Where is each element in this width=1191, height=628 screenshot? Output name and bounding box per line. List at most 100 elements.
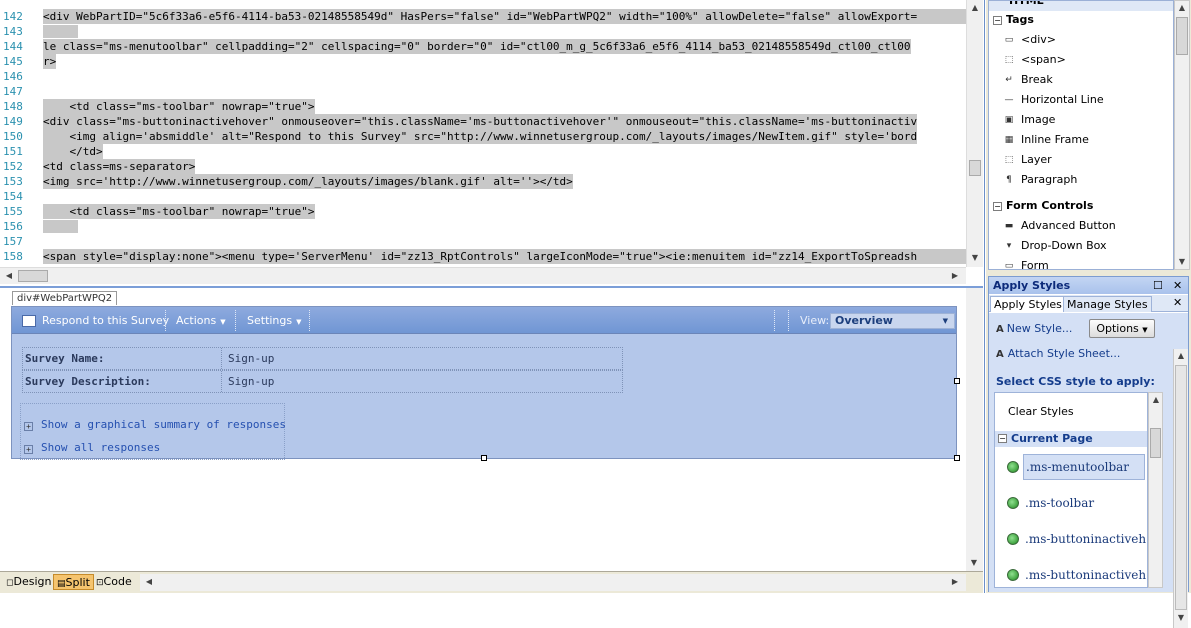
code-line[interactable]: 142 <div WebPartID="5c6f33a6-e5f6-4114-ba…	[0, 9, 966, 24]
toolbar-separator	[165, 310, 167, 331]
survey-description-value: Sign-up	[228, 375, 275, 388]
design-view-button[interactable]: ◻Design	[3, 574, 54, 590]
code-line[interactable]: 145 r>	[0, 54, 966, 69]
expand-icon: +	[24, 445, 33, 454]
code-line[interactable]: 146	[0, 69, 966, 84]
css-style-item[interactable]: .ms-buttoninactiveh	[995, 525, 1147, 553]
style-list-scrollbar[interactable]: ▲	[1148, 392, 1163, 588]
toolbox-item[interactable]: ▬ Advanced Button	[989, 216, 1173, 236]
scroll-right-arrow-icon[interactable]: ▶	[948, 269, 962, 283]
view-select[interactable]: Overview ▼	[830, 313, 955, 329]
close-icon[interactable]: ✕	[1173, 277, 1182, 294]
design-vertical-scrollbar[interactable]: ▼	[966, 288, 983, 571]
toolbox-item[interactable]: — Horizontal Line	[989, 90, 1173, 110]
code-line[interactable]: 147	[0, 84, 966, 99]
css-style-list[interactable]: Clear Styles − Current Page .ms-menutool…	[994, 392, 1148, 588]
apply-styles-scroll-thumb[interactable]	[1175, 365, 1187, 610]
resize-handle[interactable]	[481, 455, 487, 461]
toolbox-item[interactable]: ↵ Break	[989, 70, 1173, 90]
scroll-up-arrow-icon[interactable]: ▲	[1175, 1, 1189, 15]
tab-manage-styles[interactable]: Manage Styles	[1063, 296, 1152, 312]
toolbar-separator	[788, 310, 790, 331]
scroll-down-arrow-icon[interactable]: ▼	[967, 556, 981, 570]
current-page-group[interactable]: − Current Page	[995, 431, 1147, 447]
design-view[interactable]: div#WebPartWPQ2 Respond to this Survey A…	[0, 286, 983, 571]
toolbox-item-icon: ⬚	[1004, 55, 1014, 65]
scroll-up-arrow-icon[interactable]: ▲	[1149, 393, 1163, 407]
code-scroll-thumb[interactable]	[969, 160, 981, 176]
line-number: 158	[3, 250, 23, 263]
code-line[interactable]: 144 le class="ms-menutoolbar" cellpadding…	[0, 39, 966, 54]
code-line[interactable]: 150 <img align='absmiddle' alt="Respond …	[0, 129, 966, 144]
code-line[interactable]: 153 <img src='http://www.winnetusergroup.…	[0, 174, 966, 189]
code-line[interactable]: 154	[0, 189, 966, 204]
maximize-icon[interactable]: ☐	[1153, 277, 1163, 294]
code-line[interactable]: 151 </td>	[0, 144, 966, 159]
toolbox-item[interactable]: ▭ <div>	[989, 30, 1173, 50]
respond-survey-button[interactable]: Respond to this Survey	[42, 313, 169, 329]
scroll-down-arrow-icon[interactable]: ▼	[1174, 611, 1188, 625]
toolbox-item[interactable]: ▾ Drop-Down Box	[989, 236, 1173, 256]
scroll-down-arrow-icon[interactable]: ▼	[968, 251, 982, 265]
toolbox-scrollbar[interactable]: ▲ ▼	[1174, 0, 1190, 270]
toolbox-item[interactable]: ▦ Inline Frame	[989, 130, 1173, 150]
css-style-item[interactable]: .ms-buttoninactiveh	[995, 561, 1147, 587]
toolbox-item[interactable]: ⬚ Layer	[989, 150, 1173, 170]
apply-styles-scrollbar[interactable]: ▲ ▼	[1173, 349, 1188, 628]
settings-menu[interactable]: Settings ▼	[247, 313, 302, 329]
scroll-left-arrow-icon[interactable]: ◀	[2, 269, 16, 283]
css-style-item[interactable]: .ms-toolbar	[995, 489, 1147, 517]
toolbox-scroll-thumb[interactable]	[1176, 17, 1188, 55]
line-number: 149	[3, 115, 23, 128]
toolbox-item[interactable]: ▭ Form	[989, 256, 1173, 269]
apply-styles-title: Apply Styles ☐ ✕	[989, 277, 1188, 294]
code-hscroll-thumb[interactable]	[18, 270, 48, 282]
webpart-container[interactable]: Respond to this Survey Actions ▼ Settings…	[11, 306, 957, 460]
attach-style-sheet-button[interactable]: A Attach Style Sheet...	[996, 347, 1120, 360]
code-line[interactable]: 156	[0, 219, 966, 234]
toolbox-item-icon: ¶	[1006, 175, 1012, 185]
line-number: 148	[3, 100, 23, 113]
form-controls-group[interactable]: − Form Controls	[989, 196, 1173, 216]
code-line[interactable]: 155 <td class="ms-toolbar" nowrap="true"…	[0, 204, 966, 219]
scroll-right-arrow-icon[interactable]: ▶	[948, 575, 962, 589]
scroll-up-arrow-icon[interactable]: ▲	[968, 1, 982, 15]
dropdown-arrow-icon: ▼	[220, 318, 226, 326]
code-line[interactable]: 148 <td class="ms-toolbar" nowrap="true"…	[0, 99, 966, 114]
code-line[interactable]: 149 <div class="ms-buttoninactivehover" o…	[0, 114, 966, 129]
split-view-button[interactable]: ▤Split	[53, 574, 94, 590]
toolbox-item[interactable]: ⬚ <span>	[989, 50, 1173, 70]
graphical-summary-link[interactable]: + Show a graphical summary of responses	[24, 418, 286, 434]
code-view[interactable]: 142 <div WebPartID="5c6f33a6-e5f6-4114-ba…	[0, 0, 983, 284]
code-line[interactable]: 158 <span style="display:none"><menu type…	[0, 249, 966, 264]
line-number: 157	[3, 235, 23, 248]
code-horizontal-scrollbar[interactable]: ◀ ▶	[0, 267, 966, 284]
line-number: 142	[3, 10, 23, 23]
all-responses-link[interactable]: + Show all responses	[24, 441, 160, 457]
scroll-up-arrow-icon[interactable]: ▲	[1174, 349, 1188, 363]
code-line[interactable]: 157	[0, 234, 966, 249]
code-text	[43, 220, 78, 233]
css-style-item[interactable]: .ms-menutoolbar	[995, 453, 1147, 481]
tab-apply-styles[interactable]: Apply Styles	[990, 296, 1066, 312]
design-horizontal-scrollbar[interactable]: ◀ ▶	[140, 574, 966, 591]
toolbox-item[interactable]: ▣ Image	[989, 110, 1173, 130]
close-icon[interactable]: ✕	[1173, 296, 1182, 309]
scroll-left-arrow-icon[interactable]: ◀	[142, 575, 156, 589]
scroll-down-arrow-icon[interactable]: ▼	[1175, 255, 1189, 269]
options-button[interactable]: Options ▼	[1089, 319, 1155, 338]
code-line[interactable]: 143	[0, 24, 966, 39]
line-number: 145	[3, 55, 23, 68]
selected-tag-tab[interactable]: div#WebPartWPQ2	[12, 291, 118, 305]
new-style-button[interactable]: A New Style...	[996, 322, 1072, 335]
clear-styles-item[interactable]: Clear Styles	[1008, 405, 1074, 418]
code-vertical-scrollbar[interactable]: ▲ ▼	[966, 0, 983, 267]
resize-handle[interactable]	[954, 455, 960, 461]
code-view-button[interactable]: ⊡Code	[93, 574, 135, 590]
tags-group[interactable]: − Tags	[989, 10, 1173, 30]
actions-menu[interactable]: Actions ▼	[176, 313, 226, 329]
code-line[interactable]: 152 <td class=ms-separator>	[0, 159, 966, 174]
toolbox-item[interactable]: ¶ Paragraph	[989, 170, 1173, 190]
resize-handle[interactable]	[954, 378, 960, 384]
style-list-scroll-thumb[interactable]	[1150, 428, 1161, 458]
